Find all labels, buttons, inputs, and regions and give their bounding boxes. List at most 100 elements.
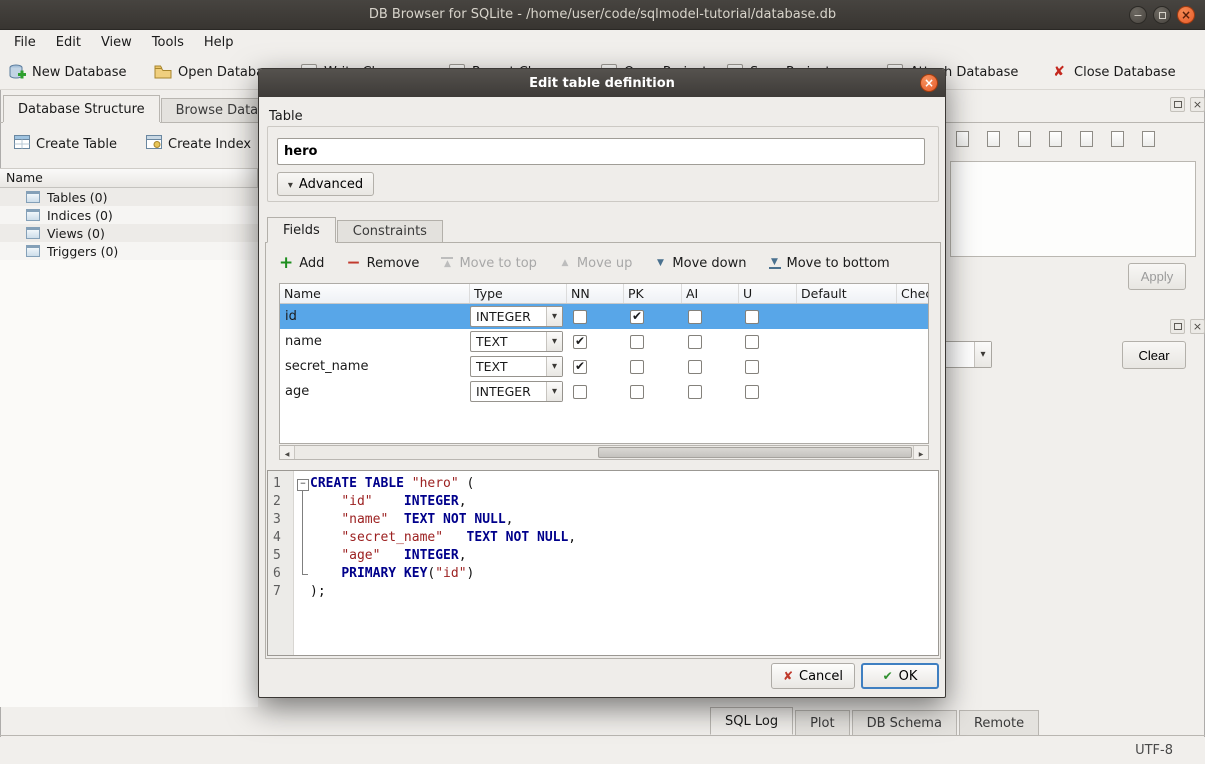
encoding-indicator[interactable]: UTF-8 bbox=[1135, 743, 1173, 758]
field-name-cell: age bbox=[280, 379, 470, 404]
bottom-tab[interactable]: Plot bbox=[795, 710, 850, 735]
ai-checkbox[interactable] bbox=[688, 360, 702, 374]
ai-checkbox[interactable] bbox=[688, 335, 702, 349]
chevron-down-icon[interactable] bbox=[974, 342, 991, 367]
type-combobox[interactable]: TEXT bbox=[470, 331, 563, 352]
bottom-tab[interactable]: DB Schema bbox=[852, 710, 957, 735]
tree-item[interactable]: Indices (0) bbox=[0, 206, 258, 224]
bottom-tab[interactable]: SQL Log bbox=[710, 707, 793, 735]
table-row[interactable]: id INTEGER bbox=[280, 304, 928, 329]
menu-item[interactable]: Edit bbox=[46, 32, 91, 53]
column-header[interactable]: Check bbox=[897, 284, 929, 303]
column-header[interactable]: Type bbox=[470, 284, 567, 303]
tree-item[interactable]: Tables (0) bbox=[0, 188, 258, 206]
chevron-down-icon[interactable] bbox=[546, 382, 562, 401]
cell-editor-textbox[interactable] bbox=[950, 161, 1196, 257]
maximize-button[interactable] bbox=[1153, 6, 1171, 24]
tree-header[interactable]: Name bbox=[0, 169, 258, 188]
column-header[interactable]: AI bbox=[682, 284, 739, 303]
type-combobox[interactable]: TEXT bbox=[470, 356, 563, 377]
advanced-toggle-button[interactable]: Advanced bbox=[277, 172, 374, 196]
action-button[interactable]: Move to bottom bbox=[769, 256, 890, 271]
left-arrow-icon bbox=[285, 445, 290, 460]
cell-toolbar-icon[interactable] bbox=[1105, 127, 1129, 151]
cell-toolbar-icon[interactable] bbox=[1136, 127, 1160, 151]
chevron-down-icon[interactable] bbox=[546, 332, 562, 351]
pk-checkbox[interactable] bbox=[630, 360, 644, 374]
pk-checkbox[interactable] bbox=[630, 310, 644, 324]
action-button[interactable]: Move down bbox=[654, 256, 746, 271]
u-checkbox[interactable] bbox=[745, 310, 759, 324]
scrollbar-handle[interactable] bbox=[598, 447, 912, 458]
action-button[interactable]: Remove bbox=[346, 256, 419, 271]
dialog-tab[interactable]: Constraints bbox=[337, 220, 443, 243]
type-combobox[interactable]: INTEGER bbox=[470, 306, 563, 327]
dock-float-button[interactable] bbox=[1170, 319, 1185, 334]
pk-checkbox[interactable] bbox=[630, 335, 644, 349]
create-table-button[interactable]: Create Table bbox=[6, 131, 125, 157]
column-header[interactable]: PK bbox=[624, 284, 682, 303]
titlebar[interactable]: DB Browser for SQLite - /home/user/code/… bbox=[0, 0, 1205, 30]
chevron-down-icon[interactable] bbox=[546, 307, 562, 326]
table-row[interactable]: age INTEGER bbox=[280, 379, 928, 404]
tree-item[interactable]: Views (0) bbox=[0, 224, 258, 242]
nn-checkbox[interactable] bbox=[573, 310, 587, 324]
sql-preview-editor[interactable]: 1CREATE TABLE "hero" (2 "id" INTEGER,3 "… bbox=[267, 470, 939, 656]
create-index-button[interactable]: Create Index bbox=[138, 131, 259, 157]
table-name-input[interactable] bbox=[277, 138, 925, 165]
action-button[interactable]: Add bbox=[279, 256, 324, 271]
u-checkbox[interactable] bbox=[745, 335, 759, 349]
toolbar-new-database[interactable]: New Database bbox=[8, 61, 127, 83]
action-button[interactable]: Move to top bbox=[441, 256, 536, 271]
column-header[interactable]: Default bbox=[797, 284, 897, 303]
action-button[interactable]: Move up bbox=[559, 256, 633, 271]
column-header[interactable]: Name bbox=[280, 284, 470, 303]
table-row[interactable]: secret_name TEXT bbox=[280, 354, 928, 379]
cell-toolbar-icon[interactable] bbox=[1012, 127, 1036, 151]
default-cell bbox=[797, 329, 897, 354]
menu-item[interactable]: View bbox=[91, 32, 142, 53]
fold-marker-icon[interactable] bbox=[294, 475, 310, 493]
horizontal-scrollbar[interactable] bbox=[279, 445, 929, 460]
menu-item[interactable]: Help bbox=[194, 32, 244, 53]
close-button[interactable] bbox=[1177, 6, 1195, 24]
cell-toolbar-icon[interactable] bbox=[1074, 127, 1098, 151]
cell-toolbar-icon[interactable] bbox=[1043, 127, 1067, 151]
clear-button[interactable]: Clear bbox=[1122, 341, 1186, 369]
dock-close-button[interactable] bbox=[1190, 97, 1205, 112]
u-checkbox[interactable] bbox=[745, 360, 759, 374]
pk-checkbox[interactable] bbox=[630, 385, 644, 399]
dock-close-button[interactable] bbox=[1190, 319, 1205, 334]
bottom-tab[interactable]: Remote bbox=[959, 710, 1039, 735]
fields-grid: NameTypeNNPKAIUDefaultCheck id INTEGER bbox=[279, 283, 929, 444]
cell-toolbar-icon[interactable] bbox=[981, 127, 1005, 151]
dock-float-button[interactable] bbox=[1170, 97, 1185, 112]
chevron-down-icon[interactable] bbox=[546, 357, 562, 376]
cell-toolbar-icon[interactable] bbox=[950, 127, 974, 151]
column-header[interactable]: U bbox=[739, 284, 797, 303]
type-combobox[interactable]: INTEGER bbox=[470, 381, 563, 402]
menu-item[interactable]: File bbox=[4, 32, 46, 53]
nn-checkbox[interactable] bbox=[573, 360, 587, 374]
ai-checkbox[interactable] bbox=[688, 310, 702, 324]
ai-checkbox[interactable] bbox=[688, 385, 702, 399]
nn-checkbox[interactable] bbox=[573, 335, 587, 349]
scroll-left-button[interactable] bbox=[280, 446, 295, 459]
minimize-button[interactable] bbox=[1129, 6, 1147, 24]
scroll-right-button[interactable] bbox=[913, 446, 928, 459]
toolbar-close-database[interactable]: Close Database bbox=[1050, 61, 1176, 83]
dialog-tab[interactable]: Fields bbox=[267, 217, 336, 243]
main-tab[interactable]: Browse Data bbox=[161, 98, 274, 122]
u-checkbox[interactable] bbox=[745, 385, 759, 399]
main-tab[interactable]: Database Structure bbox=[3, 95, 160, 122]
ok-button[interactable]: OK bbox=[861, 663, 939, 689]
menu-item[interactable]: Tools bbox=[142, 32, 194, 53]
tree-item[interactable]: Triggers (0) bbox=[0, 242, 258, 260]
table-row[interactable]: name TEXT bbox=[280, 329, 928, 354]
column-header[interactable]: NN bbox=[567, 284, 624, 303]
nn-checkbox[interactable] bbox=[573, 385, 587, 399]
dialog-close-button[interactable] bbox=[920, 74, 938, 92]
apply-button[interactable]: Apply bbox=[1128, 263, 1186, 290]
dialog-titlebar[interactable]: Edit table definition bbox=[259, 69, 945, 97]
cancel-button[interactable]: Cancel bbox=[771, 663, 855, 689]
